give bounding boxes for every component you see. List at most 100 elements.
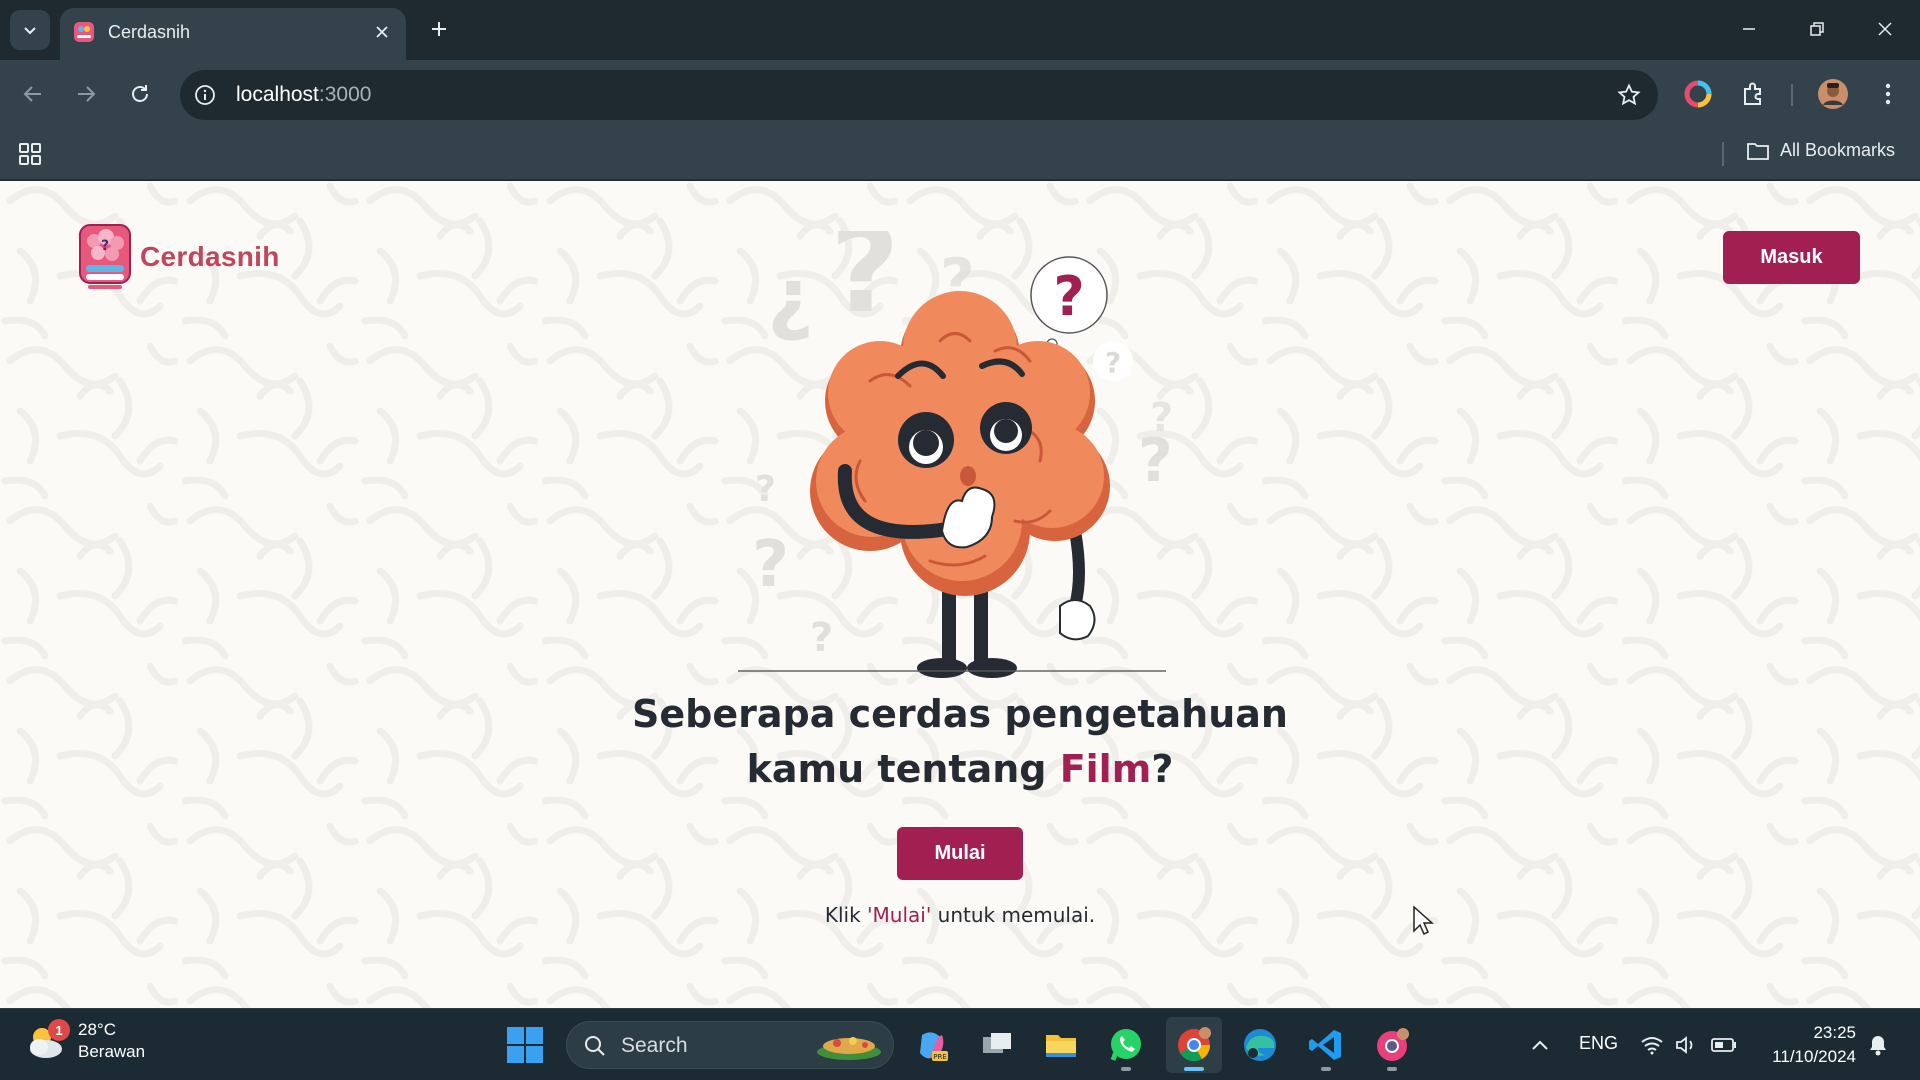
tab-title: Cerdasnih [108, 22, 191, 42]
weather-badge: 1 [48, 1019, 70, 1041]
reload-icon [132, 85, 148, 102]
volume-icon[interactable] [1672, 1031, 1700, 1059]
task-view-icon[interactable] [973, 1021, 1021, 1069]
all-bookmarks-label: All Bookmarks [1780, 140, 1896, 160]
svg-text:?: ? [830, 231, 900, 340]
running-indicator [1121, 1067, 1131, 1071]
page-headline: Seberapa cerdas pengetahuan kamu tentang… [560, 687, 1360, 797]
notification-bell-icon[interactable] [1864, 1031, 1892, 1059]
arrow-right-icon [78, 86, 96, 102]
svg-text:?: ? [1105, 346, 1121, 379]
active-indicator [1184, 1067, 1204, 1071]
battery-icon[interactable] [1710, 1031, 1738, 1059]
apps-grid-icon[interactable] [16, 140, 44, 168]
hint-highlight: 'Mulai' [867, 903, 932, 927]
reload-button[interactable] [122, 76, 158, 112]
restore-button[interactable] [1802, 14, 1832, 44]
more-vertical-icon [1885, 83, 1891, 105]
color-extension-icon[interactable] [1680, 76, 1716, 112]
bookmarks-bar: All Bookmarks [0, 128, 1920, 180]
all-bookmarks-button[interactable]: All Bookmarks [1746, 140, 1895, 161]
url-host: localhost [236, 83, 319, 106]
tab-close-button[interactable] [370, 20, 394, 44]
more-menu-button[interactable] [1870, 76, 1906, 112]
file-explorer-icon[interactable] [1037, 1021, 1085, 1069]
brand-logo-link[interactable]: ? Cerdasnih [78, 223, 280, 291]
minimize-button[interactable] [1734, 14, 1764, 44]
bookmarks-divider [1722, 142, 1724, 166]
search-highlight-art-icon [817, 1037, 881, 1060]
cerdasnih-favicon-icon [74, 22, 94, 42]
svg-text:?: ? [810, 615, 833, 661]
url-port: :3000 [318, 83, 372, 106]
brain-logo-icon: ? [79, 224, 131, 289]
chevron-down-icon [24, 27, 36, 35]
svg-text:?: ? [101, 238, 109, 254]
close-icon [1878, 22, 1892, 36]
start-hint: Klik 'Mulai' untuk memulai. [660, 903, 1260, 927]
vscode-icon[interactable] [1302, 1021, 1350, 1071]
forward-button[interactable] [68, 76, 104, 112]
headline-line-1: Seberapa cerdas pengetahuan [632, 692, 1288, 736]
extensions-icon[interactable] [1735, 76, 1771, 112]
running-indicator [1321, 1067, 1331, 1071]
edge-icon[interactable] [1236, 1021, 1284, 1069]
hint-prefix: Klik [824, 903, 868, 927]
wifi-icon[interactable] [1638, 1031, 1666, 1059]
headline-suffix: ? [1151, 747, 1174, 791]
language-indicator[interactable]: ENG [1579, 1033, 1618, 1054]
illustration-baseline [738, 670, 1166, 672]
taskbar-search[interactable]: Search [566, 1021, 894, 1069]
bookmark-star-icon[interactable] [1616, 82, 1642, 108]
whatsapp-icon[interactable] [1102, 1021, 1150, 1071]
close-icon [376, 26, 388, 38]
close-window-button[interactable] [1870, 14, 1900, 44]
svg-text:?: ? [752, 528, 789, 602]
browser-toolbar: localhost:3000 [0, 60, 1920, 128]
new-tab-button[interactable] [424, 14, 454, 44]
toolbar-divider [1791, 84, 1793, 106]
site-info-icon[interactable] [192, 82, 218, 108]
chrome-icon[interactable] [1170, 1021, 1218, 1071]
mouse-cursor-icon [1413, 905, 1434, 936]
svg-text:?: ? [768, 262, 814, 355]
page-viewport: ? Cerdasnih Masuk ? ? ? ? ? ? ? ? ? ? Se… [0, 181, 1920, 1008]
folder-icon [1747, 142, 1769, 160]
svg-text:?: ? [1053, 265, 1084, 328]
clock-date: 11/10/2024 [1772, 1047, 1856, 1066]
profile-avatar[interactable] [1815, 76, 1851, 112]
search-icon [585, 1036, 605, 1056]
restore-icon [1810, 22, 1824, 36]
login-button[interactable]: Masuk [1723, 231, 1860, 284]
search-label: Search [621, 1034, 688, 1057]
chevron-up-icon[interactable] [1526, 1031, 1554, 1059]
start-button[interactable]: Mulai [897, 827, 1023, 880]
chrome-profile-icon[interactable] [1368, 1021, 1416, 1071]
address-bar[interactable]: localhost:3000 [180, 70, 1658, 120]
system-clock[interactable]: 23:25 11/10/2024 [1760, 1021, 1856, 1069]
running-indicator [1387, 1067, 1397, 1071]
browser-tab-bar: Cerdasnih [0, 0, 1920, 60]
brand-name: Cerdasnih [140, 241, 280, 272]
clock-time: 23:25 [1813, 1023, 1856, 1042]
arrow-left-icon [23, 86, 41, 102]
minimize-icon [1743, 28, 1755, 30]
svg-text:?: ? [755, 469, 776, 510]
windows-start-icon[interactable] [505, 1025, 545, 1065]
svg-text:?: ? [1150, 395, 1173, 441]
copilot-icon[interactable]: PRE [908, 1021, 956, 1069]
url-text: localhost:3000 [236, 83, 371, 107]
plus-icon [432, 22, 446, 36]
windows-taskbar: 1 28°C Berawan Search PRE ENG 23:25 11/1… [0, 1008, 1920, 1080]
weather-widget[interactable]: 1 28°C Berawan [24, 1019, 145, 1063]
hint-suffix: untuk memulai. [931, 903, 1096, 927]
headline-line-2-prefix: kamu tentang [746, 747, 1060, 791]
weather-description: Berawan [78, 1042, 146, 1061]
weather-temperature: 28°C [78, 1020, 116, 1039]
svg-text:PRE: PRE [933, 1053, 947, 1061]
thinking-brain-illustration: ? ? ? ? ? ? ? ? ? ? [752, 231, 1173, 678]
headline-topic: Film [1059, 747, 1152, 791]
tab-search-button[interactable] [10, 10, 50, 50]
tab-cerdasnih[interactable]: Cerdasnih [60, 8, 406, 60]
back-button[interactable] [15, 76, 51, 112]
